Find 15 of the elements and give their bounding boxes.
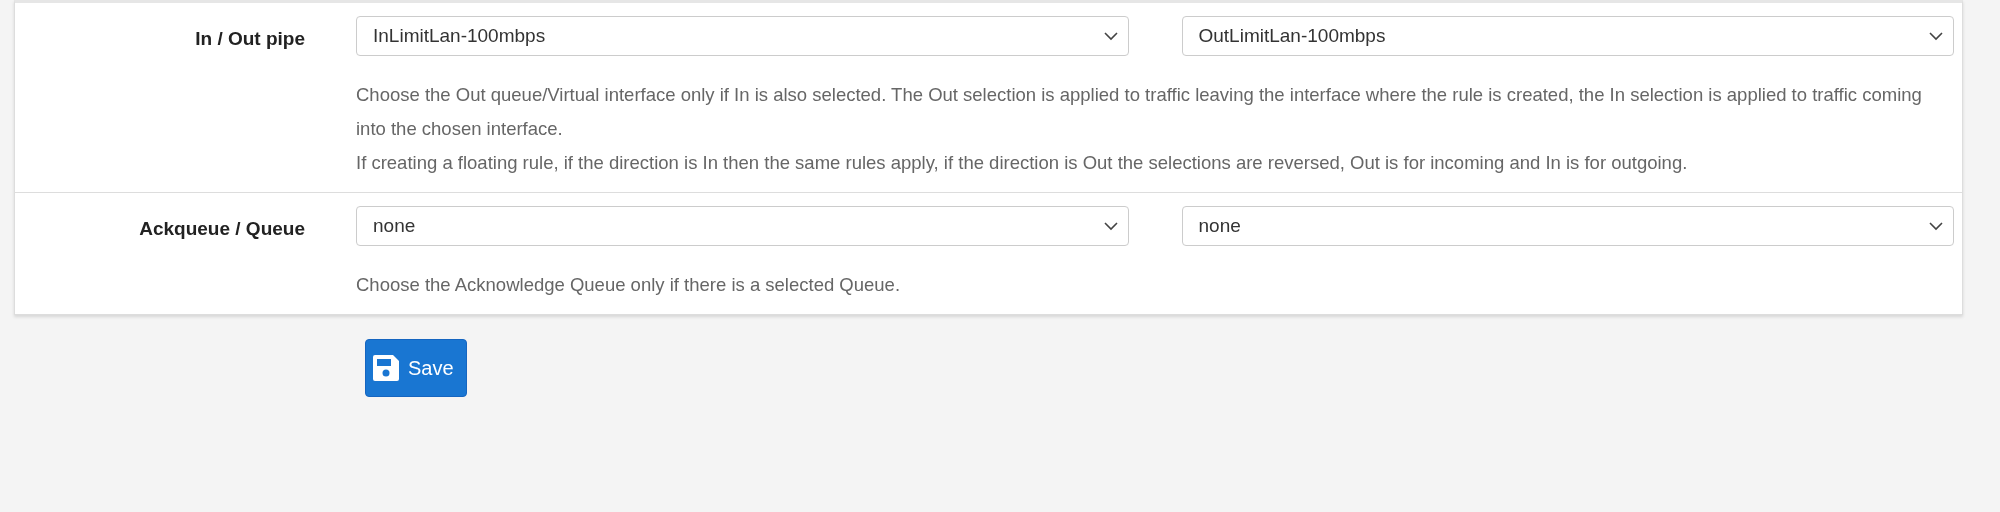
select-field[interactable]: none <box>356 206 1129 246</box>
caret-icon <box>1929 221 1943 231</box>
help-text: If creating a floating rule, if the direction is In then the same rules apply, if the direction is Out the selections are reversed, Out is for incoming and In is for outgoing. <box>356 151 1689 175</box>
select-field[interactable]: none <box>1181 206 1954 246</box>
field-label: In / Out pipe <box>195 28 305 51</box>
help-text: Choose the Acknowledge Queue only if there is a selected Queue. <box>356 273 902 297</box>
save-button[interactable]: Save <box>365 339 467 397</box>
field-label: Ackqueue / Queue <box>139 218 305 241</box>
help-text: Choose the Out queue/Virtual interface only if In is also selected. The Out selection is applied to traffic leaving the interface where the rule is created, the In selection is applied to traffic coming into the chosen interface. <box>356 83 1923 141</box>
caret-icon <box>1103 31 1118 41</box>
caret-icon <box>1103 221 1118 231</box>
select-field[interactable]: InLimitLan-100mbps <box>356 16 1129 56</box>
select-field[interactable]: OutLimitLan-100mbps <box>1181 16 1954 56</box>
save-icon <box>372 354 400 382</box>
caret-icon <box>1929 31 1943 41</box>
